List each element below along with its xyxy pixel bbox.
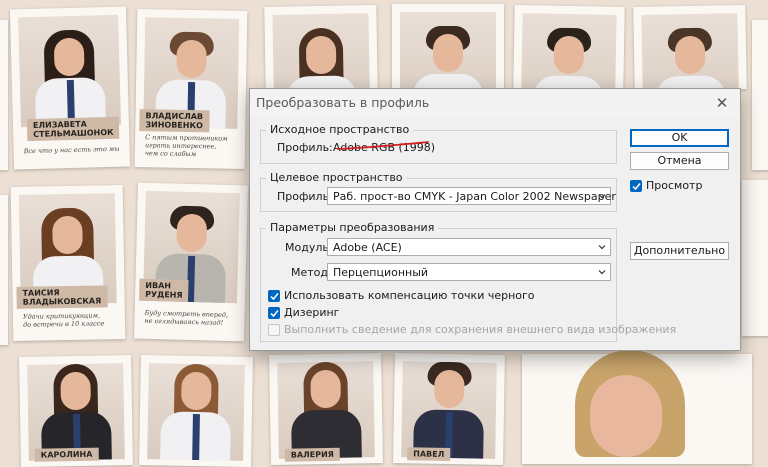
target-profile-value: Раб. прост-во CMYK - Japan Color 2002 Ne… <box>333 190 616 203</box>
photo-card: ИВАН РУДЕНЯ Буду смотреть вперед, не огл… <box>133 182 249 342</box>
red-underline-annotation <box>337 141 429 150</box>
student-name: ВАЛЕРИЯ <box>284 447 341 462</box>
engine-value: Adobe (ACE) <box>333 241 402 254</box>
intent-select[interactable]: Перцепционный <box>327 263 611 281</box>
student-photo <box>18 14 121 128</box>
photo-card <box>742 180 768 336</box>
student-photo <box>277 361 375 459</box>
engine-select[interactable]: Adobe (ACE) <box>327 238 611 256</box>
dialog-title: Преобразовать в профиль <box>256 95 430 110</box>
photo-card: ВЛАДИСЛАВ ЗИНОВЕНКО С пятым противником … <box>134 9 248 169</box>
advanced-button[interactable]: Дополнительно <box>630 242 729 260</box>
black-point-checkbox[interactable] <box>268 290 280 302</box>
source-space-legend: Исходное пространство <box>266 123 414 136</box>
photo-card: ЕЛИЗАВЕТА СТЕЛЬМАШОНОК Все что у нас ест… <box>9 6 131 170</box>
engine-label: Модуль: <box>285 241 333 254</box>
conversion-options-legend: Параметры преобразования <box>266 221 439 234</box>
flatten-checkbox[interactable] <box>268 324 280 336</box>
student-name: ИВАН РУДЕНЯ <box>138 278 190 302</box>
chevron-down-icon <box>598 270 606 275</box>
photo-card <box>0 195 8 345</box>
ok-button[interactable]: OK <box>630 129 729 147</box>
target-profile-label: Профиль: <box>277 190 333 203</box>
student-name: ПАВЕЛ <box>407 447 451 462</box>
photo-card: ПАВЕЛ <box>393 353 505 465</box>
student-quote: Все что у нас есть это мы <box>23 144 120 156</box>
student-name: ВЛАДИСЛАВ ЗИНОВЕНКО <box>139 109 210 133</box>
source-profile-label: Профиль: <box>277 141 333 154</box>
photo-card <box>633 5 747 125</box>
student-photo <box>27 363 125 461</box>
close-icon[interactable]: ✕ <box>712 93 732 113</box>
intent-value: Перцепционный <box>333 266 429 279</box>
black-point-label[interactable]: Использовать компенсацию точки черного <box>284 289 535 302</box>
student-quote: Буду смотреть вперед, не оглядываясь наз… <box>144 308 229 327</box>
conversion-options-group: Параметры преобразования Модуль: Adobe (… <box>260 221 676 342</box>
checkmark-icon <box>270 293 279 301</box>
student-photo <box>147 363 245 461</box>
photo-card <box>752 20 768 170</box>
student-name: ТАИСИЯ ВЛАДЫКОВСКАЯ <box>16 285 108 309</box>
photo-card: КАРОЛИНА <box>19 355 133 467</box>
photo-card: ТАИСИЯ ВЛАДЫКОВСКАЯ Удачи критикующим, д… <box>10 185 126 341</box>
photo-card <box>264 5 378 125</box>
photo-card: ВАЛЕРИЯ <box>269 353 383 465</box>
photo-card <box>139 355 253 467</box>
chevron-down-icon <box>598 245 606 250</box>
student-photo <box>401 361 497 459</box>
dialog-titlebar[interactable]: Преобразовать в профиль ✕ <box>250 89 740 117</box>
source-space-group: Исходное пространство Профиль: Adobe RGB… <box>260 123 617 164</box>
student-name: ЕЛИЗАВЕТА СТЕЛЬМАШОНОК <box>26 116 120 142</box>
student-name: КАРОЛИНА <box>34 447 99 462</box>
target-space-legend: Целевое пространство <box>266 171 407 184</box>
checkmark-icon <box>270 310 279 318</box>
checkmark-icon <box>632 183 641 191</box>
dither-label[interactable]: Дизеринг <box>284 306 339 319</box>
preview-checkbox[interactable] <box>630 180 642 192</box>
photo-card <box>392 4 504 122</box>
student-quote: С пятым противником играть интереснее, ч… <box>144 133 228 159</box>
target-profile-select[interactable]: Раб. прост-во CMYK - Japan Color 2002 Ne… <box>327 187 616 205</box>
intent-label: Метод: <box>291 266 332 279</box>
target-space-group: Целевое пространство Профиль: Раб. прост… <box>260 171 617 212</box>
teacher-face <box>590 375 662 457</box>
dither-checkbox[interactable] <box>268 307 280 319</box>
chevron-down-icon <box>598 194 606 199</box>
photo-card <box>0 20 8 170</box>
preview-label[interactable]: Просмотр <box>646 179 702 192</box>
student-quote: Удачи критикующим, до встречи в 10 класс… <box>22 311 105 329</box>
cancel-button[interactable]: Отмена <box>630 152 729 170</box>
photo-card <box>513 5 625 125</box>
flatten-label[interactable]: Выполнить сведение для сохранения внешне… <box>284 323 676 336</box>
convert-to-profile-dialog: Преобразовать в профиль ✕ Исходное прост… <box>249 88 741 351</box>
